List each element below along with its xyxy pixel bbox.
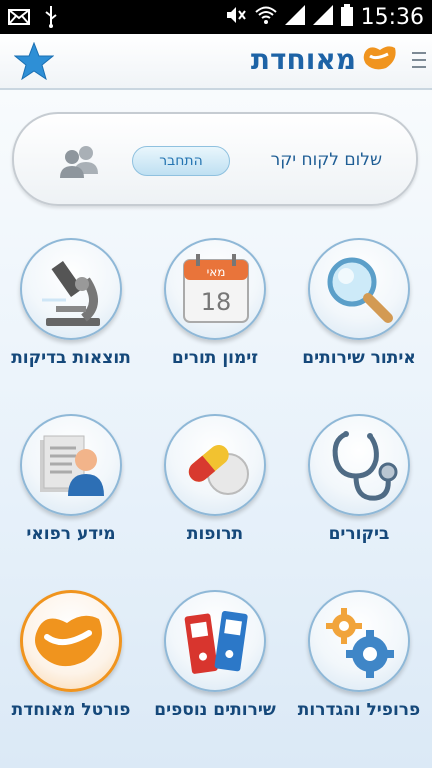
tile-find-services[interactable]: איתור שירותים — [288, 238, 428, 378]
tile-profile-settings[interactable]: פרופיל והגדרות — [288, 590, 428, 730]
microscope-icon — [42, 261, 100, 326]
tile-medical-info-circle[interactable] — [20, 414, 122, 516]
tile-label: ביקורים — [328, 524, 390, 544]
tile-visits[interactable]: ביקורים — [288, 414, 428, 554]
status-bar: 15:36 — [0, 0, 432, 34]
calendar-icon: מאי 18 — [183, 254, 249, 323]
tile-profile-settings-circle[interactable] — [308, 590, 410, 692]
tile-label: פרופיל והגדרות — [297, 700, 421, 720]
logo-text: מאוחדת — [250, 42, 356, 76]
users-icon — [56, 144, 102, 184]
usb-icon — [44, 6, 58, 32]
gears-icon — [326, 608, 394, 678]
tile-appointments-circle[interactable]: מאי 18 — [164, 238, 266, 340]
welcome-greeting: שלום לקוח יקר — [270, 150, 382, 170]
tile-meuhedet-portal[interactable]: פורטל מאוחדת — [0, 590, 140, 730]
tile-label: זימון תורים — [171, 348, 259, 368]
app-header: מאוחדת — [0, 34, 432, 90]
tile-label: איתור שירותים — [302, 348, 416, 368]
tile-more-services-circle[interactable] — [164, 590, 266, 692]
wifi-icon — [254, 5, 277, 29]
tile-label: מידע רפואי — [26, 524, 116, 544]
welcome-panel: שלום לקוח יקר התחבר — [12, 112, 418, 206]
overflow-menu-icon[interactable] — [412, 52, 426, 73]
tile-medications-circle[interactable] — [164, 414, 266, 516]
meuhedet-logo-icon — [35, 615, 102, 667]
mute-icon — [225, 5, 247, 29]
tile-appointments[interactable]: מאי 18 זימון תורים — [144, 238, 284, 378]
tile-find-services-circle[interactable] — [308, 238, 410, 340]
tile-more-services[interactable]: שירותים נוספים — [144, 590, 284, 730]
login-button[interactable]: התחבר — [132, 146, 230, 176]
calendar-day: 18 — [201, 288, 232, 316]
meuhedet-logo-mark-icon — [362, 42, 398, 76]
pills-icon — [188, 445, 249, 495]
signal-icon — [284, 5, 305, 29]
signal-2-icon — [312, 5, 333, 29]
tile-visits-circle[interactable] — [308, 414, 410, 516]
stethoscope-icon — [332, 431, 398, 501]
email-notification-icon — [8, 9, 30, 29]
binders-icon — [184, 611, 248, 674]
medical-record-icon — [40, 435, 104, 496]
tile-medications[interactable]: תרופות — [144, 414, 284, 554]
battery-icon — [340, 4, 353, 30]
tile-test-results[interactable]: תוצאות בדיקות — [0, 238, 140, 378]
clock: 15:36 — [360, 4, 424, 30]
tile-medical-info[interactable]: מידע רפואי — [0, 414, 140, 554]
tile-test-results-circle[interactable] — [20, 238, 122, 340]
favorites-star-icon[interactable] — [13, 41, 55, 84]
magnifier-icon — [327, 257, 393, 323]
calendar-month: מאי — [207, 265, 226, 279]
tile-label: שירותים נוספים — [154, 700, 276, 720]
tile-label: תרופות — [186, 524, 244, 544]
app-logo: מאוחדת — [251, 42, 398, 76]
tile-label: פורטל מאוחדת — [11, 700, 131, 720]
tile-meuhedet-portal-circle[interactable] — [20, 590, 122, 692]
tile-label: תוצאות בדיקות — [11, 348, 131, 368]
